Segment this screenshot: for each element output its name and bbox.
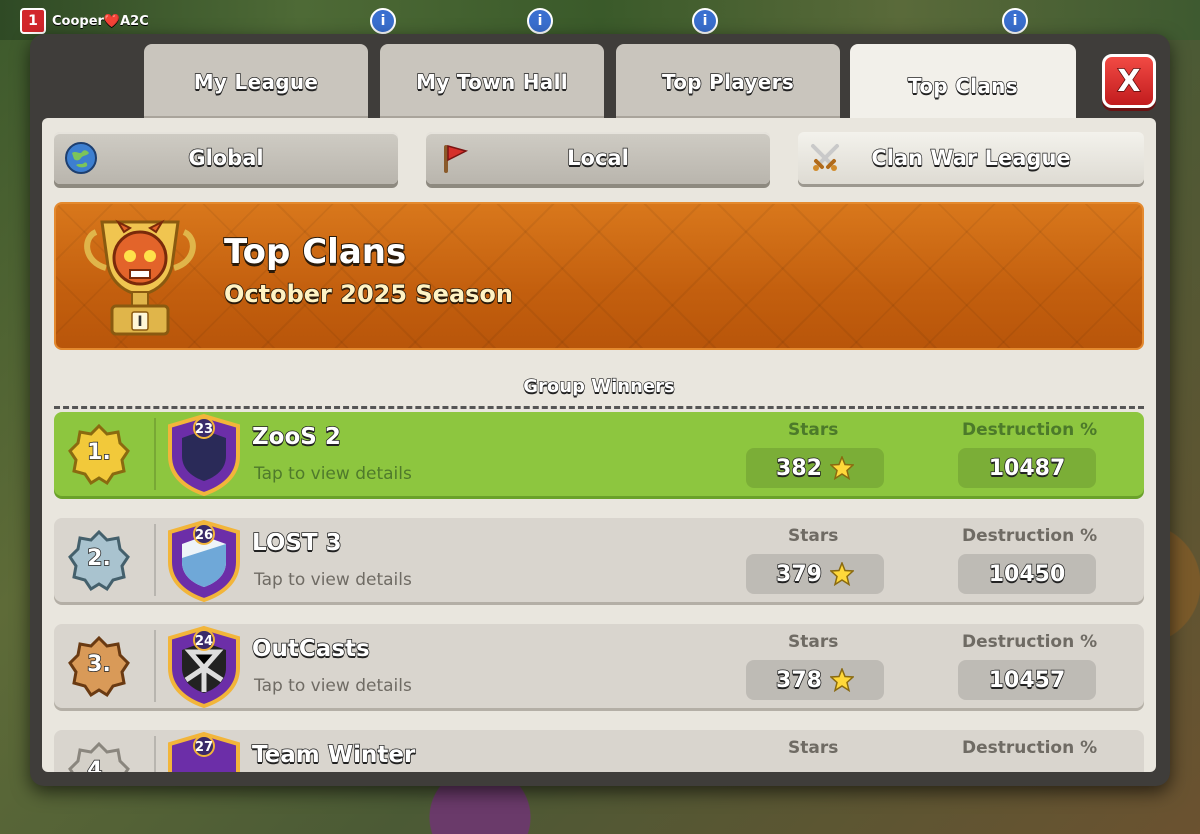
- row-divider: [154, 418, 156, 490]
- destruction-box: 10457: [958, 660, 1096, 700]
- clan-name: ZooS 2: [251, 423, 341, 451]
- stars-box: 379: [746, 554, 884, 594]
- destruction-box: 10487: [958, 448, 1096, 488]
- clan-row[interactable]: 3. 24 OutCasts Tap to view details Stars…: [54, 624, 1144, 708]
- tab-label: My Town Hall: [415, 69, 568, 94]
- leaderboard-content: Global Local Clan War League I Top Clans…: [42, 118, 1156, 772]
- rank-number: 3.: [86, 651, 111, 678]
- row-divider: [154, 524, 156, 596]
- clan-level: 26: [195, 528, 213, 543]
- destruction-value: 10457: [988, 667, 1066, 694]
- star-icon: [829, 562, 854, 586]
- row-divider: [154, 736, 156, 772]
- clan-hint: Tap to view details: [254, 570, 412, 590]
- player-name: Cooper❤️A2C: [52, 13, 149, 29]
- star-icon: [829, 456, 854, 480]
- destruction-box: 10450: [958, 554, 1096, 594]
- info-icon[interactable]: i: [1002, 8, 1028, 34]
- tab-label: Top Clans: [907, 73, 1018, 98]
- close-button[interactable]: X: [1102, 54, 1156, 108]
- rank-number: 1.: [86, 439, 111, 466]
- clan-level: 24: [195, 634, 213, 649]
- tab-label: My League: [193, 69, 319, 94]
- leaderboard-modal: My League My Town Hall Top Players Top C…: [30, 34, 1170, 786]
- clan-badge-icon: 26: [168, 519, 240, 602]
- clan-badge-icon: 23: [168, 413, 240, 496]
- close-icon: X: [1117, 63, 1142, 100]
- tab-my-town-hall[interactable]: My Town Hall: [380, 44, 604, 120]
- destruction-label: Destruction %: [962, 526, 1098, 546]
- stars-value: 378: [775, 667, 822, 694]
- info-icon[interactable]: i: [692, 8, 718, 34]
- stars-box: 378: [746, 660, 884, 700]
- star-icon: [829, 668, 854, 692]
- clan-level: 23: [195, 422, 213, 437]
- tab-label: Top Players: [661, 69, 795, 94]
- stars-label: Stars: [788, 632, 839, 652]
- subtab-label: Local: [566, 145, 629, 170]
- clan-badge-icon: 24: [168, 625, 240, 708]
- season-banner: I Top Clans October 2025 Season: [54, 202, 1144, 350]
- stars-label: Stars: [788, 420, 839, 440]
- subtab-local[interactable]: Local: [426, 132, 770, 184]
- destruction-label: Destruction %: [962, 738, 1098, 758]
- destruction-label: Destruction %: [962, 420, 1098, 440]
- trophy-icon: I: [84, 219, 196, 336]
- trophy-rank: I: [137, 314, 142, 330]
- section-title: Group Winners: [523, 375, 676, 397]
- section-divider: [54, 406, 1144, 409]
- tab-my-league[interactable]: My League: [144, 44, 368, 120]
- clan-hint: Tap to view details: [254, 464, 412, 484]
- row-divider: [154, 630, 156, 702]
- clan-badge-icon: 27: [168, 731, 240, 772]
- stars-value: 382: [775, 455, 822, 482]
- tab-top-players[interactable]: Top Players: [616, 44, 840, 120]
- rank-number: 4.: [86, 757, 111, 772]
- subtab-label: Clan War League: [871, 145, 1072, 170]
- destruction-label: Destruction %: [962, 632, 1098, 652]
- destruction-value: 10450: [988, 561, 1066, 588]
- clan-row[interactable]: 4. 27 Team Winter Stars Destruction %: [54, 730, 1144, 772]
- destruction-value: 10487: [988, 455, 1066, 482]
- clan-name: OutCasts: [251, 635, 370, 663]
- rank-number: 2.: [86, 545, 111, 572]
- stars-box: 382: [746, 448, 884, 488]
- stars-value: 379: [775, 561, 822, 588]
- banner-title: Top Clans: [223, 231, 407, 273]
- subtab-global[interactable]: Global: [54, 132, 398, 184]
- info-icon[interactable]: i: [370, 8, 396, 34]
- clan-hint: Tap to view details: [254, 676, 412, 696]
- stars-label: Stars: [788, 738, 839, 758]
- stars-label: Stars: [788, 526, 839, 546]
- subtab-clan-war-league[interactable]: Clan War League: [798, 132, 1144, 184]
- clan-name: LOST 3: [251, 529, 342, 557]
- hud-player: 1 Cooper❤️A2C: [20, 8, 149, 34]
- tab-top-clans[interactable]: Top Clans: [850, 44, 1076, 128]
- clan-level: 27: [195, 740, 213, 755]
- clan-name: Team Winter: [251, 741, 416, 769]
- clan-row[interactable]: 1. 23 ZooS 2 Tap to view details Stars 3…: [54, 412, 1144, 496]
- clan-row[interactable]: 2. 26 LOST 3 Tap to view details Stars 3…: [54, 518, 1144, 602]
- banner-subtitle: October 2025 Season: [223, 279, 514, 309]
- notification-badge[interactable]: 1: [20, 8, 46, 34]
- info-icon[interactable]: i: [527, 8, 553, 34]
- subtab-label: Global: [188, 145, 265, 170]
